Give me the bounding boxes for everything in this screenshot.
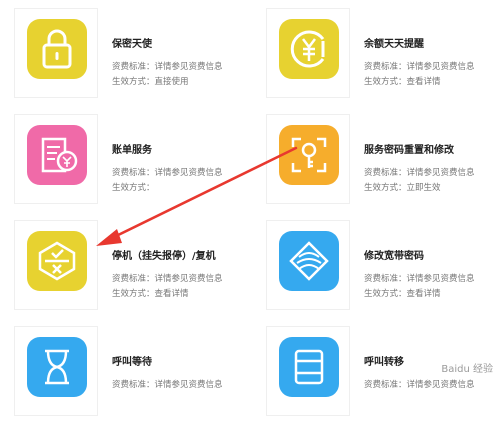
service-title[interactable]: 余额天天提醒	[364, 35, 424, 50]
lock-icon	[27, 19, 87, 79]
service-fee-text: 资费标准：详情参见资费信息	[364, 168, 475, 178]
service-title[interactable]: 呼叫等待	[112, 353, 152, 368]
transfer-icon	[279, 337, 339, 397]
service-icon-box[interactable]	[14, 220, 98, 310]
service-title[interactable]: 服务密码重置和修改	[364, 141, 454, 156]
service-card-privacy[interactable]: 保密天使 资费标准：详情参见资费信息 生效方式：直接使用	[14, 8, 250, 106]
service-title[interactable]: 保密天使	[112, 35, 152, 50]
bill-icon	[27, 125, 87, 185]
service-icon-box[interactable]	[14, 114, 98, 204]
service-icon-box[interactable]	[266, 220, 350, 310]
service-icon-box[interactable]	[266, 114, 350, 204]
service-fee-text: 资费标准：详情参见资费信息	[112, 274, 223, 284]
service-title[interactable]: 账单服务	[112, 141, 152, 156]
service-fee-text: 资费标准：详情参见资费信息	[364, 274, 475, 284]
service-icon-box[interactable]	[14, 8, 98, 98]
service-card-password-reset[interactable]: 服务密码重置和修改 资费标准：详情参见资费信息 生效方式：立即生效	[266, 114, 500, 212]
service-card-balance-reminder[interactable]: 余额天天提醒 资费标准：详情参见资费信息 生效方式：查看详情	[266, 8, 500, 106]
yen-coin-icon	[279, 19, 339, 79]
service-fee-text: 资费标准：详情参见资费信息	[364, 62, 475, 72]
service-activation-text: 生效方式：立即生效	[364, 183, 441, 193]
service-activation-text: 生效方式：直接使用	[112, 77, 189, 87]
service-card-call-waiting[interactable]: 呼叫等待 资费标准：详情参见资费信息	[14, 326, 250, 424]
network-icon	[279, 231, 339, 291]
watermark: Baidu 经验	[438, 359, 496, 376]
service-title[interactable]: 呼叫转移	[364, 353, 404, 368]
service-activation-text: 生效方式：查看详情	[112, 289, 189, 299]
suspend-icon	[27, 231, 87, 291]
service-title[interactable]: 停机（挂失报停）/复机	[112, 247, 216, 262]
service-icon-box[interactable]	[14, 326, 98, 416]
service-fee-text: 资费标准：详情参见资费信息	[112, 62, 223, 72]
service-icon-box[interactable]	[266, 8, 350, 98]
hourglass-icon	[27, 337, 87, 397]
service-card-suspend-resume[interactable]: 停机（挂失报停）/复机 资费标准：详情参见资费信息 生效方式：查看详情	[14, 220, 250, 318]
service-card-broadband-password[interactable]: 修改宽带密码 资费标准：详情参见资费信息 生效方式：查看详情	[266, 220, 500, 318]
service-title[interactable]: 修改宽带密码	[364, 247, 424, 262]
service-fee-text: 资费标准：详情参见资费信息	[112, 168, 223, 178]
service-icon-box[interactable]	[266, 326, 350, 416]
key-icon	[279, 125, 339, 185]
service-activation-text: 生效方式：查看详情	[364, 289, 441, 299]
service-activation-text: 生效方式：	[112, 183, 155, 193]
service-card-bill[interactable]: 账单服务 资费标准：详情参见资费信息 生效方式：	[14, 114, 250, 212]
service-activation-text: 生效方式：查看详情	[364, 77, 441, 87]
